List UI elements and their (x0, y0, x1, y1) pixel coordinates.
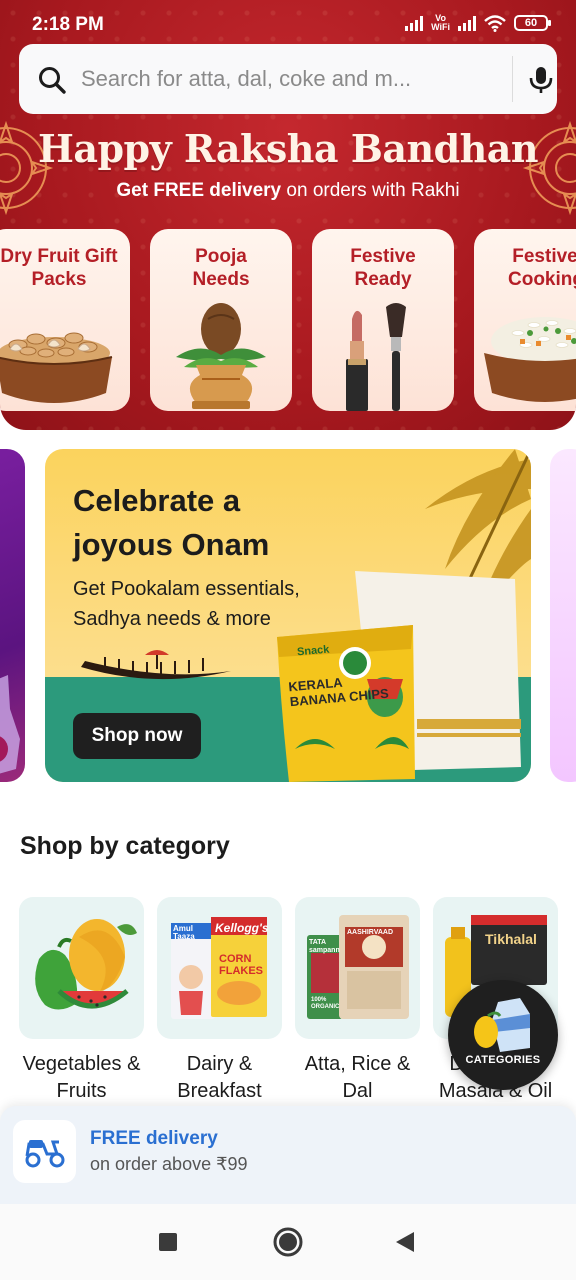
category-tile[interactable]: TATA sampann AASHIRVAAD 100% ORGANIC (295, 897, 420, 1039)
search-input[interactable] (81, 62, 481, 96)
home-icon[interactable] (272, 1226, 304, 1258)
banner-title: Celebrate a joyous Onam (73, 483, 270, 562)
festive-hero: 2:18 PM VoWiFi 60 Happy Raksha Bandhan G… (0, 0, 576, 430)
category-dairy-breakfast[interactable]: Amul Taaza Kellogg's CORN FLAKES Dairy &… (157, 897, 282, 1105)
category-atta-rice-dal[interactable]: TATA sampann AASHIRVAAD 100% ORGANIC Att… (295, 897, 420, 1105)
search-icon[interactable] (37, 65, 67, 95)
search-divider (512, 56, 513, 102)
festive-card-label: Pooja Needs (192, 246, 250, 290)
festive-card-dry-fruit[interactable]: Dry Fruit Gift Packs (0, 229, 130, 411)
signal-icon (458, 15, 476, 31)
category-label: Vegetables & Fruits (22, 1053, 141, 1102)
category-label: Atta, Rice & Dal (304, 1053, 411, 1102)
banner-subtitle: Get Pookalam essentials, Sadhya needs & … (73, 578, 300, 630)
festive-title: Happy Raksha Bandhan (37, 126, 539, 171)
makeup-icon (346, 303, 406, 411)
category-vegetables-fruits[interactable]: Vegetables & Fruits (19, 897, 144, 1105)
atta-rice-dal-icon (307, 915, 409, 1019)
section-title: Shop by category (20, 832, 230, 860)
search-bar[interactable] (19, 44, 557, 114)
onam-promo-banner[interactable]: Celebrate a joyous Onam Get Pookalam ess… (45, 449, 531, 782)
vegetables-fruits-icon (35, 919, 137, 1010)
festive-card-label: Festive Ready (350, 246, 416, 290)
amul-label: Amul Taaza (173, 924, 195, 941)
milk-carton-icon (474, 998, 530, 1052)
aashirvaad-label: AASHIRVAAD (347, 929, 394, 936)
festive-card-row: Dry Fruit Gift Packs Pooja Needs Festive… (0, 229, 576, 411)
battery-icon: 60 (514, 15, 551, 31)
mic-icon[interactable] (528, 66, 554, 94)
category-tile[interactable] (19, 897, 144, 1039)
wifi-icon (484, 14, 506, 32)
delivery-icon-box (13, 1120, 76, 1183)
carousel-prev-banner[interactable] (0, 449, 25, 782)
status-time: 2:18 PM (32, 14, 104, 35)
status-icons: Vo WiFi 60 (405, 13, 551, 32)
categories-fab-label: CATEGORIES (465, 1054, 541, 1066)
back-icon[interactable] (394, 1230, 416, 1254)
rice-bowl-icon (484, 317, 576, 402)
category-tile[interactable]: Amul Taaza Kellogg's CORN FLAKES (157, 897, 282, 1039)
tata-label: TATA sampann (309, 939, 340, 954)
kalash-icon (176, 303, 266, 409)
shop-now-button[interactable]: Shop now (73, 713, 201, 759)
delivery-title: FREE delivery (90, 1128, 218, 1149)
festive-card-ready[interactable]: Festive Ready (312, 229, 454, 411)
tikhalal-label: Tikhalal (485, 931, 537, 947)
status-bar: 2:18 PM Vo WiFi 60 (0, 0, 576, 46)
recents-icon[interactable] (158, 1232, 178, 1252)
system-nav-bar (0, 1204, 576, 1280)
organic-label: 100% ORGANIC (311, 997, 340, 1010)
scooter-icon (25, 1140, 65, 1168)
delivery-subtitle: on order above ₹99 (90, 1154, 248, 1174)
festive-card-label: Festive Cooking (508, 246, 576, 290)
category-label: Dairy & Breakfast (177, 1053, 262, 1102)
festive-card-cooking[interactable]: Festive Cooking (474, 229, 576, 411)
corn-flakes-label: CORN FLAKES (219, 953, 263, 977)
kelloggs-label: Kellogg's (215, 921, 269, 935)
dry-fruit-bowl-icon (0, 332, 113, 403)
categories-fab-button[interactable]: CATEGORIES (448, 980, 558, 1090)
festive-subtitle: Get FREE delivery on orders with Rakhi (116, 180, 460, 201)
signal-icon (405, 15, 424, 31)
festive-card-pooja[interactable]: Pooja Needs (150, 229, 292, 411)
free-delivery-strip[interactable]: FREE delivery on order above ₹99 (0, 1106, 576, 1204)
festive-card-label: Dry Fruit Gift Packs (0, 246, 118, 290)
vowifi-icon: Vo WiFi (431, 13, 450, 32)
castle-icon (0, 675, 20, 774)
carousel-next-banner[interactable] (550, 449, 576, 782)
